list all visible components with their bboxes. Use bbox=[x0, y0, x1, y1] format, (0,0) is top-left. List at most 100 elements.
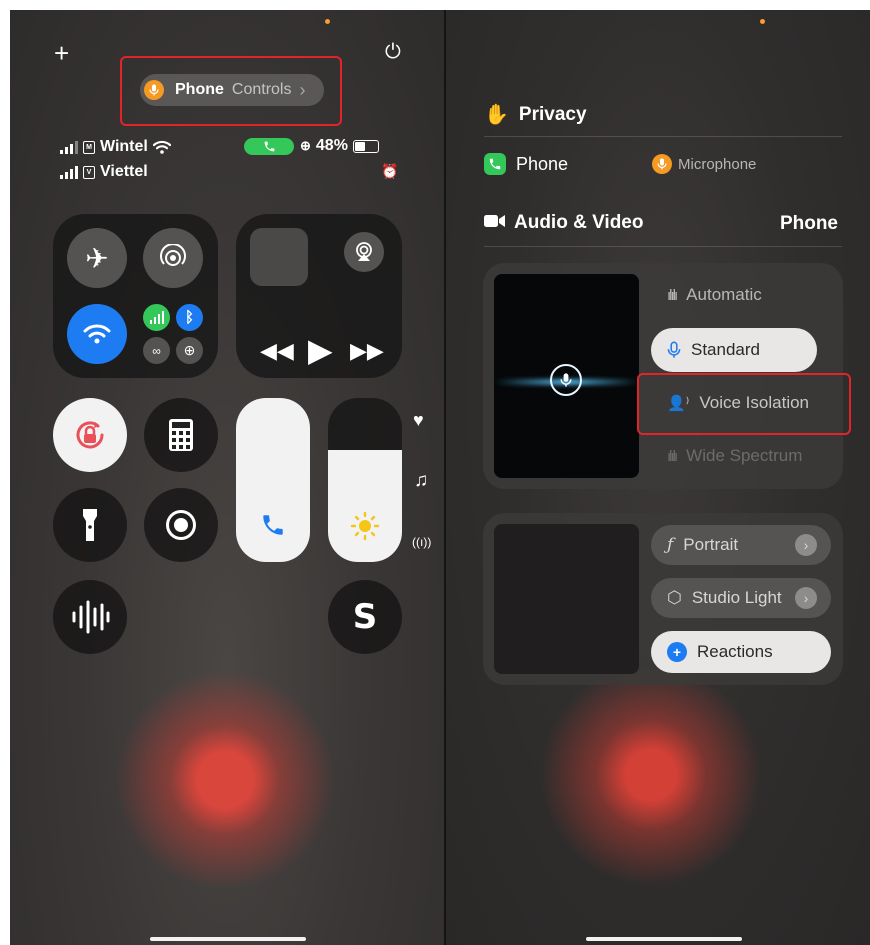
volume-slider[interactable] bbox=[236, 398, 310, 562]
rewind-icon[interactable]: ◀◀ bbox=[260, 338, 294, 364]
mode-wide-spectrum[interactable]: ılılı Wide Spectrum bbox=[667, 446, 802, 466]
cellular-icon bbox=[149, 311, 164, 324]
highlight-box bbox=[120, 56, 342, 126]
calculator-button[interactable] bbox=[144, 398, 218, 472]
carrier-2-row: V Viettel bbox=[60, 163, 148, 181]
screen-recording-button[interactable] bbox=[144, 488, 218, 562]
mic-mode-preview bbox=[494, 274, 639, 478]
privacy-title: Privacy bbox=[518, 103, 587, 125]
privacy-header: ✋ Privacy bbox=[484, 102, 587, 127]
wifi-icon bbox=[83, 324, 111, 344]
flashlight-button[interactable] bbox=[53, 488, 127, 562]
music-note-icon[interactable]: ♫ bbox=[414, 470, 428, 492]
play-icon[interactable]: ▶ bbox=[308, 331, 333, 369]
privacy-sensor-row: Microphone bbox=[652, 154, 756, 174]
microphone-icon bbox=[667, 341, 681, 358]
wifi-button[interactable] bbox=[67, 304, 127, 364]
effect-portrait-label: Portrait bbox=[683, 535, 739, 554]
record-icon bbox=[166, 510, 196, 540]
carrier-1-row: M Wintel bbox=[60, 138, 171, 156]
mode-automatic[interactable]: ılılı Automatic bbox=[667, 285, 762, 305]
phone-app-icon bbox=[484, 153, 506, 175]
cellular-button[interactable] bbox=[143, 304, 170, 331]
phone-icon bbox=[263, 515, 283, 535]
carrier-1-name: Wintel bbox=[100, 138, 148, 155]
microphone-icon bbox=[652, 154, 672, 174]
antenna-icon[interactable]: ((ı)) bbox=[412, 535, 431, 549]
vpn-button[interactable]: ⊕ bbox=[176, 337, 203, 364]
rotation-lock-status-icon: ⊕ bbox=[300, 138, 311, 153]
home-indicator[interactable] bbox=[586, 937, 742, 941]
fast-forward-icon[interactable]: ▶▶ bbox=[350, 338, 384, 364]
control-center-screen: + ⏻ Phone Controls › M Wintel V Viettel … bbox=[10, 10, 444, 945]
voice-memo-button[interactable] bbox=[53, 580, 127, 654]
f-icon: ƒ bbox=[667, 535, 674, 555]
airplay-icon bbox=[356, 242, 372, 261]
battery-icon bbox=[352, 139, 379, 153]
shazam-button[interactable]: S bbox=[328, 580, 402, 654]
mode-wide-spectrum-label: Wide Spectrum bbox=[686, 446, 803, 465]
audio-video-app: Phone bbox=[779, 213, 838, 234]
wifi-status-icon bbox=[152, 140, 171, 154]
phone-icon bbox=[264, 141, 274, 152]
video-preview bbox=[494, 524, 639, 674]
shazam-icon: S bbox=[352, 597, 378, 637]
album-art bbox=[250, 228, 308, 286]
link-icon: ∞ bbox=[152, 343, 161, 358]
personal-hotspot-button[interactable]: ∞ bbox=[143, 337, 170, 364]
bluetooth-button[interactable]: ᛒ bbox=[176, 304, 203, 331]
video-camera-icon bbox=[484, 214, 506, 233]
battery-percent: 48% bbox=[315, 137, 348, 154]
highlight-box bbox=[637, 373, 851, 435]
effect-reactions-label: Reactions bbox=[697, 642, 773, 661]
home-indicator[interactable] bbox=[150, 937, 306, 941]
privacy-indicator-dot bbox=[325, 19, 330, 24]
airdrop-icon bbox=[160, 244, 186, 266]
video-effects-panel: ƒ Portrait › ⬡ Studio Light › + Reaction… bbox=[483, 513, 843, 685]
airdrop-button[interactable] bbox=[143, 228, 203, 288]
brightness-fill bbox=[328, 450, 402, 562]
privacy-app-row: Phone bbox=[484, 153, 568, 175]
audio-video-header: Audio & Video bbox=[484, 212, 643, 234]
waveform-icon: ılılı bbox=[667, 286, 678, 304]
alarm-icon: ⏰ bbox=[381, 163, 399, 179]
sim-badge: M bbox=[83, 140, 95, 154]
effect-portrait[interactable]: ƒ Portrait › bbox=[651, 525, 831, 565]
signal-bars-icon bbox=[60, 140, 78, 154]
connectivity-tile: ✈ ᛒ ∞ ⊕ bbox=[53, 214, 218, 378]
power-icon[interactable]: ⏻ bbox=[385, 42, 401, 62]
cube-icon: ⬡ bbox=[667, 588, 682, 607]
calculator-icon bbox=[169, 419, 193, 451]
separator bbox=[484, 246, 842, 247]
flashlight-icon bbox=[83, 509, 97, 541]
chevron-right-icon: › bbox=[795, 534, 817, 556]
hand-icon: ✋ bbox=[484, 104, 509, 126]
mode-automatic-label: Automatic bbox=[686, 285, 762, 304]
orientation-lock-button[interactable] bbox=[53, 398, 127, 472]
effect-studio-light[interactable]: ⬡ Studio Light › bbox=[651, 578, 831, 618]
airplane-mode-button[interactable]: ✈ bbox=[67, 228, 127, 288]
privacy-sensor-label: Microphone bbox=[678, 155, 757, 173]
reactions-icon: + bbox=[667, 642, 687, 662]
mode-standard[interactable]: Standard bbox=[651, 328, 817, 372]
brightness-slider[interactable] bbox=[328, 398, 402, 562]
heart-icon[interactable]: ♥ bbox=[413, 410, 424, 431]
separator bbox=[484, 136, 842, 137]
wide-spectrum-icon: ılılı bbox=[667, 447, 678, 465]
audio-video-title: Audio & Video bbox=[514, 212, 644, 233]
add-icon[interactable]: + bbox=[54, 40, 69, 66]
chevron-right-icon: › bbox=[795, 587, 817, 609]
globe-icon: ⊕ bbox=[183, 342, 196, 358]
now-playing-tile[interactable]: ◀◀ ▶ ▶▶ bbox=[236, 214, 402, 378]
privacy-indicator-dot bbox=[760, 19, 765, 24]
airplay-button[interactable] bbox=[344, 232, 384, 272]
microphone-icon bbox=[550, 364, 582, 396]
airplane-icon: ✈ bbox=[85, 242, 109, 274]
mode-standard-label: Standard bbox=[691, 340, 760, 359]
effect-reactions[interactable]: + Reactions bbox=[651, 631, 831, 673]
mic-mode-screen: ✋ Privacy Phone Microphone Audio & Video… bbox=[446, 10, 870, 945]
call-status-pill[interactable] bbox=[244, 138, 294, 155]
signal-bars-icon bbox=[60, 165, 78, 179]
waveform-icon bbox=[72, 600, 110, 634]
battery-row: ⊕ 48% bbox=[300, 137, 379, 155]
